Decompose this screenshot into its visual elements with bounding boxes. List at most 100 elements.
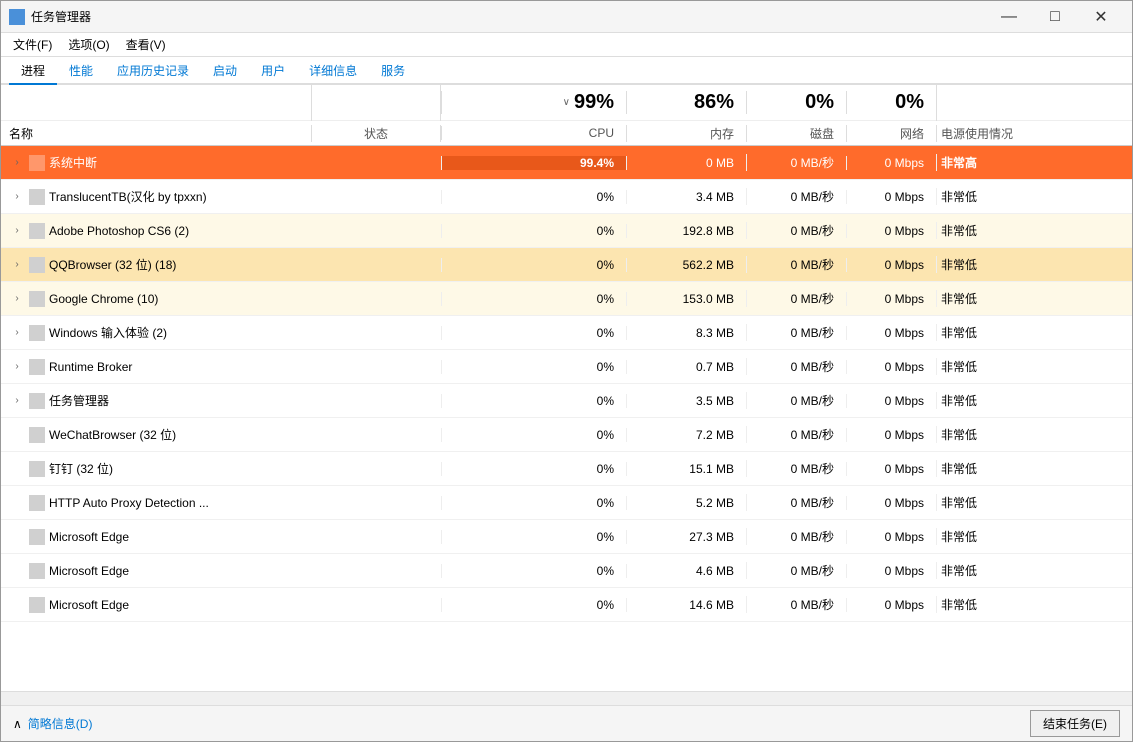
- statusbar-left: ∧ 简略信息(D): [13, 715, 92, 732]
- process-network: 0 Mbps: [846, 428, 936, 442]
- table-row[interactable]: 钉钉 (32 位)0%15.1 MB0 MB/秒0 Mbps非常低: [1, 452, 1132, 486]
- process-network: 0 Mbps: [846, 156, 936, 170]
- process-power: 非常低: [936, 392, 1132, 409]
- process-name: Google Chrome (10): [49, 292, 158, 306]
- table-row[interactable]: ›系统中断99.4%0 MB0 MB/秒0 Mbps非常高: [1, 146, 1132, 180]
- horizontal-scrollbar[interactable]: [1, 691, 1132, 705]
- expand-button[interactable]: ›: [9, 257, 25, 273]
- menubar: 文件(F) 选项(O) 查看(V): [1, 33, 1132, 57]
- expand-button[interactable]: ›: [9, 291, 25, 307]
- process-cpu: 0%: [441, 224, 626, 238]
- process-disk: 0 MB/秒: [746, 392, 846, 409]
- expand-button[interactable]: ›: [9, 223, 25, 239]
- process-cpu: 0%: [441, 326, 626, 340]
- net-pct-value: 0%: [895, 91, 924, 114]
- sort-arrow-icon: ∨: [563, 97, 570, 108]
- header-cpu-label[interactable]: CPU: [441, 126, 626, 140]
- minimize-button[interactable]: —: [986, 1, 1032, 33]
- expand-button[interactable]: ›: [9, 393, 25, 409]
- expand-button[interactable]: ›: [9, 189, 25, 205]
- header-cpu-pct[interactable]: ∨ 99%: [441, 91, 626, 114]
- process-memory: 27.3 MB: [626, 530, 746, 544]
- window-title: 任务管理器: [31, 8, 986, 25]
- header-power-label[interactable]: 电源使用情况: [936, 125, 1132, 142]
- process-memory: 0.7 MB: [626, 360, 746, 374]
- table-row[interactable]: ›QQBrowser (32 位) (18)0%562.2 MB0 MB/秒0 …: [1, 248, 1132, 282]
- process-cpu: 0%: [441, 258, 626, 272]
- process-cpu: 0%: [441, 360, 626, 374]
- collapse-arrow-icon[interactable]: ∧: [13, 717, 22, 731]
- tab-performance[interactable]: 性能: [57, 58, 105, 85]
- process-cpu: 0%: [441, 496, 626, 510]
- process-memory: 192.8 MB: [626, 224, 746, 238]
- window-controls: — □ ✕: [986, 1, 1124, 33]
- process-memory: 5.2 MB: [626, 496, 746, 510]
- table-row[interactable]: ›TranslucentTB(汉化 by tpxxn)0%3.4 MB0 MB/…: [1, 180, 1132, 214]
- table-row[interactable]: ›Google Chrome (10)0%153.0 MB0 MB/秒0 Mbp…: [1, 282, 1132, 316]
- process-power: 非常低: [936, 596, 1132, 613]
- process-icon: [29, 291, 45, 307]
- maximize-button[interactable]: □: [1032, 1, 1078, 33]
- tab-processes[interactable]: 进程: [9, 58, 57, 85]
- process-power: 非常低: [936, 494, 1132, 511]
- process-memory: 7.2 MB: [626, 428, 746, 442]
- table-row[interactable]: ›Windows 输入体验 (2)0%8.3 MB0 MB/秒0 Mbps非常低: [1, 316, 1132, 350]
- header-row-pct: ∨ 99% 86% 0% 0%: [1, 85, 1132, 121]
- table-row[interactable]: Microsoft Edge0%4.6 MB0 MB/秒0 Mbps非常低: [1, 554, 1132, 588]
- header-mem-label[interactable]: 内存: [626, 125, 746, 142]
- expand-button[interactable]: ›: [9, 155, 25, 171]
- process-disk: 0 MB/秒: [746, 562, 846, 579]
- table-row[interactable]: ›任务管理器0%3.5 MB0 MB/秒0 Mbps非常低: [1, 384, 1132, 418]
- header-net-pct[interactable]: 0%: [846, 91, 936, 114]
- process-network: 0 Mbps: [846, 394, 936, 408]
- tab-users[interactable]: 用户: [249, 58, 297, 85]
- menu-file[interactable]: 文件(F): [5, 34, 60, 55]
- summary-label[interactable]: 简略信息(D): [28, 715, 93, 732]
- tab-details[interactable]: 详细信息: [297, 58, 369, 85]
- process-cpu: 0%: [441, 428, 626, 442]
- process-table[interactable]: ›系统中断99.4%0 MB0 MB/秒0 Mbps非常高›Translucen…: [1, 146, 1132, 691]
- header-power-spacer: [936, 85, 1132, 121]
- tab-startup[interactable]: 启动: [201, 58, 249, 85]
- header-disk-pct[interactable]: 0%: [746, 91, 846, 114]
- tab-app-history[interactable]: 应用历史记录: [105, 58, 201, 85]
- header-row-labels: 名称 状态 CPU 内存 磁盘 网络 电源使用情况: [1, 121, 1132, 145]
- expand-button[interactable]: ›: [9, 359, 25, 375]
- process-network: 0 Mbps: [846, 496, 936, 510]
- header-status-label[interactable]: 状态: [311, 125, 441, 142]
- table-row[interactable]: Microsoft Edge0%27.3 MB0 MB/秒0 Mbps非常低: [1, 520, 1132, 554]
- process-power: 非常低: [936, 290, 1132, 307]
- menu-view[interactable]: 查看(V): [118, 34, 174, 55]
- process-icon: [29, 359, 45, 375]
- table-row[interactable]: Microsoft Edge0%14.6 MB0 MB/秒0 Mbps非常低: [1, 588, 1132, 622]
- table-row[interactable]: ›Runtime Broker0%0.7 MB0 MB/秒0 Mbps非常低: [1, 350, 1132, 384]
- cpu-pct-value: 99%: [574, 91, 614, 114]
- process-name: 系统中断: [49, 154, 97, 171]
- process-cpu: 0%: [441, 190, 626, 204]
- process-icon: [29, 461, 45, 477]
- header-status-spacer: [311, 85, 441, 121]
- table-row[interactable]: ›Adobe Photoshop CS6 (2)0%192.8 MB0 MB/秒…: [1, 214, 1132, 248]
- end-task-button[interactable]: 结束任务(E): [1030, 710, 1120, 737]
- process-memory: 8.3 MB: [626, 326, 746, 340]
- table-row[interactable]: WeChatBrowser (32 位)0%7.2 MB0 MB/秒0 Mbps…: [1, 418, 1132, 452]
- process-icon: [29, 189, 45, 205]
- process-disk: 0 MB/秒: [746, 154, 846, 171]
- tab-services[interactable]: 服务: [369, 58, 417, 85]
- column-headers: ∨ 99% 86% 0% 0% 名称 状态 CPU: [1, 85, 1132, 146]
- close-button[interactable]: ✕: [1078, 1, 1124, 33]
- main-content: ∨ 99% 86% 0% 0% 名称 状态 CPU: [1, 85, 1132, 705]
- header-net-label[interactable]: 网络: [846, 125, 936, 142]
- header-name-label[interactable]: 名称: [1, 125, 311, 142]
- header-mem-pct[interactable]: 86%: [626, 91, 746, 114]
- expand-button[interactable]: ›: [9, 325, 25, 341]
- process-power: 非常高: [936, 154, 1132, 171]
- process-cpu: 0%: [441, 564, 626, 578]
- process-disk: 0 MB/秒: [746, 358, 846, 375]
- table-row[interactable]: HTTP Auto Proxy Detection ...0%5.2 MB0 M…: [1, 486, 1132, 520]
- header-disk-label[interactable]: 磁盘: [746, 125, 846, 142]
- process-power: 非常低: [936, 528, 1132, 545]
- process-cpu: 0%: [441, 292, 626, 306]
- process-name: 任务管理器: [49, 392, 109, 409]
- menu-options[interactable]: 选项(O): [60, 34, 117, 55]
